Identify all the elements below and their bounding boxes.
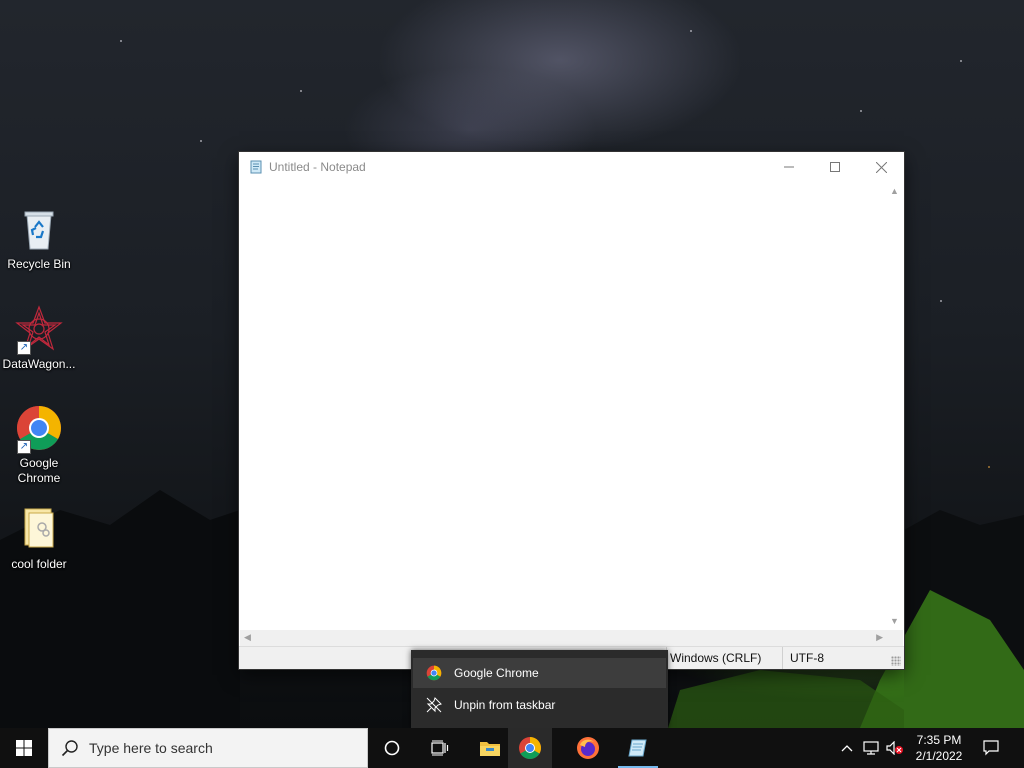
- star: [690, 30, 692, 32]
- jumplist-item-label: Unpin from taskbar: [454, 698, 556, 712]
- taskbar-app-firefox[interactable]: [568, 728, 608, 768]
- star: [960, 60, 962, 62]
- maximize-icon: [830, 162, 840, 172]
- desktop-icon-label: Google Chrome: [17, 456, 61, 485]
- close-icon: [875, 161, 887, 173]
- status-separator: [782, 647, 783, 669]
- star: [200, 140, 202, 142]
- maximize-button[interactable]: [812, 152, 858, 182]
- scroll-down-icon[interactable]: ▼: [890, 616, 899, 626]
- scroll-right-icon[interactable]: ▶: [876, 632, 883, 643]
- firefox-icon: [577, 737, 599, 759]
- star: [300, 90, 302, 92]
- taskbar-app-notepad[interactable]: [618, 728, 658, 768]
- desktop-icon-label: DataWagon...: [2, 357, 76, 371]
- desktop-icon-recycle-bin[interactable]: Recycle Bin: [1, 205, 77, 272]
- desktop-icon-datawagon[interactable]: ↗ DataWagon...: [1, 305, 77, 372]
- taskbar: Type here to search 7:35 PM 2/1/2022: [0, 728, 1024, 768]
- encoding-status: UTF-8: [790, 651, 824, 665]
- shortcut-arrow-icon: ↗: [17, 440, 31, 454]
- chrome-icon: [426, 665, 442, 681]
- volume-button[interactable]: [884, 728, 906, 768]
- taskbar-search-box[interactable]: Type here to search: [48, 728, 368, 768]
- search-placeholder: Type here to search: [89, 740, 213, 756]
- network-icon: [863, 741, 879, 755]
- jumplist-item-unpin[interactable]: Unpin from taskbar: [413, 690, 666, 720]
- star: [860, 110, 862, 112]
- chrome-icon: [519, 737, 541, 759]
- task-view-icon: [431, 740, 449, 756]
- horizontal-scrollbar[interactable]: ◀ ▶: [240, 630, 887, 646]
- task-view-button[interactable]: [420, 728, 460, 768]
- recycle-bin-icon: [15, 205, 63, 253]
- clock-time: 7:35 PM: [916, 733, 962, 747]
- notepad-window[interactable]: Untitled - Notepad ▲ ▼ ◀ ▶ Windows (CRLF…: [239, 152, 904, 669]
- desktop-icon-label: Recycle Bin: [7, 257, 71, 271]
- volume-muted-icon: [886, 741, 903, 755]
- file-explorer-icon: [480, 742, 500, 756]
- taskbar-jump-list: Google Chrome Unpin from taskbar: [411, 650, 668, 728]
- star: [940, 300, 942, 302]
- star: [988, 466, 990, 468]
- taskbar-app-google-chrome[interactable]: [508, 728, 552, 768]
- notification-icon: [983, 740, 999, 756]
- unpin-icon: [426, 697, 442, 713]
- vertical-scrollbar[interactable]: ▲ ▼: [887, 182, 903, 630]
- chevron-up-icon: [841, 745, 853, 752]
- text-editor-area[interactable]: [240, 182, 887, 630]
- taskbar-app-file-explorer[interactable]: [470, 728, 510, 768]
- line-ending-status: Windows (CRLF): [670, 651, 762, 665]
- scrollbar-corner: [887, 630, 903, 646]
- desktop: Recycle Bin ↗ DataWagon... ↗ Google Chro…: [0, 0, 1024, 728]
- scroll-up-icon[interactable]: ▲: [890, 186, 899, 196]
- resize-grip[interactable]: [891, 656, 901, 666]
- star: [120, 40, 122, 42]
- title-bar[interactable]: Untitled - Notepad: [239, 152, 904, 182]
- taskbar-clock[interactable]: 7:35 PM 2/1/2022: [908, 728, 970, 768]
- show-hidden-icons-button[interactable]: [838, 728, 856, 768]
- windows-logo-icon: [16, 740, 32, 756]
- cortana-button[interactable]: [372, 728, 412, 768]
- start-button[interactable]: [0, 728, 48, 768]
- search-icon: [61, 740, 78, 757]
- datawagon-icon: ↗: [15, 305, 63, 355]
- jumplist-item-google-chrome[interactable]: Google Chrome: [413, 658, 666, 688]
- scroll-left-icon[interactable]: ◀: [244, 632, 251, 643]
- network-status-button[interactable]: [861, 728, 881, 768]
- desktop-icon-cool-folder[interactable]: cool folder: [1, 505, 77, 572]
- window-title: Untitled - Notepad: [269, 160, 366, 174]
- folder-icon: [15, 505, 63, 553]
- notepad-icon: [628, 739, 647, 757]
- desktop-icon-google-chrome[interactable]: ↗ Google Chrome: [1, 404, 77, 486]
- jumplist-item-label: Google Chrome: [454, 666, 539, 680]
- notepad-icon: [249, 160, 263, 174]
- clock-date: 2/1/2022: [915, 749, 963, 763]
- minimize-button[interactable]: [766, 152, 812, 182]
- action-center-button[interactable]: [976, 728, 1006, 768]
- desktop-icon-label: cool folder: [11, 557, 67, 571]
- chrome-icon: ↗: [15, 404, 63, 454]
- cortana-icon: [384, 740, 400, 756]
- close-button[interactable]: [858, 152, 904, 182]
- minimize-icon: [784, 166, 794, 168]
- shortcut-arrow-icon: ↗: [17, 341, 31, 355]
